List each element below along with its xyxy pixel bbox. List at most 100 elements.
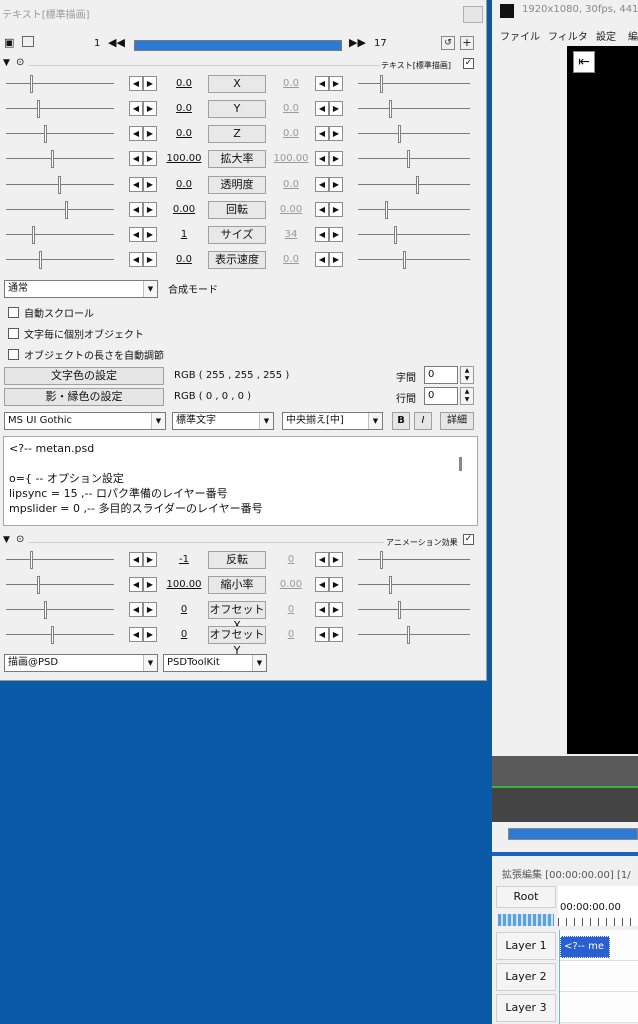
decrement-button[interactable]: ◀ — [315, 151, 329, 166]
parameter-name-button[interactable]: X — [208, 75, 266, 93]
decrement-button[interactable]: ◀ — [129, 177, 143, 192]
increment-button[interactable]: ▶ — [143, 177, 157, 192]
back-to-start-icon[interactable]: ⇤ — [573, 51, 595, 73]
increment-button[interactable]: ▶ — [329, 76, 343, 91]
layer-3-label[interactable]: Layer 3 — [496, 994, 556, 1022]
parameter-name-button[interactable]: Z — [208, 125, 266, 143]
left-slider-thumb[interactable] — [51, 150, 54, 168]
prev-frame-icon[interactable]: ◀◀ — [108, 36, 125, 49]
right-slider-thumb[interactable] — [389, 576, 392, 594]
right-slider-track[interactable] — [358, 259, 470, 260]
left-slider-track[interactable] — [6, 108, 114, 109]
auto-length-checkbox[interactable] — [8, 349, 19, 360]
right-slider-track[interactable] — [358, 609, 470, 610]
seek-bar[interactable] — [508, 828, 638, 840]
end-value[interactable]: 100.00 — [272, 153, 310, 164]
left-slider-track[interactable] — [6, 158, 114, 159]
right-slider-track[interactable] — [358, 559, 470, 560]
parameter-name-button[interactable]: 回転 — [208, 201, 266, 219]
end-value[interactable]: 0 — [272, 629, 310, 640]
left-slider-track[interactable] — [6, 259, 114, 260]
left-slider-track[interactable] — [6, 609, 114, 610]
line-spacing-input[interactable]: 0 — [424, 387, 458, 405]
menu-settings[interactable]: 設定 — [596, 28, 616, 43]
end-value[interactable]: 0.0 — [272, 179, 310, 190]
increment-button[interactable]: ▶ — [143, 552, 157, 567]
increment-button[interactable]: ▶ — [143, 602, 157, 617]
left-slider-thumb[interactable] — [32, 226, 35, 244]
layer-row[interactable] — [558, 961, 638, 992]
right-slider-thumb[interactable] — [407, 150, 410, 168]
start-value[interactable]: 100.00 — [165, 579, 203, 590]
text-clip[interactable]: <?-- me — [560, 936, 610, 958]
parameter-name-button[interactable]: 透明度 — [208, 176, 266, 194]
char-spacing-spinner[interactable]: ▲ ▼ — [460, 366, 474, 384]
end-value[interactable]: 0 — [272, 604, 310, 615]
parameter-name-button[interactable]: オフセットX — [208, 601, 266, 632]
increment-button[interactable]: ▶ — [143, 577, 157, 592]
right-slider-thumb[interactable] — [398, 125, 401, 143]
decrement-button[interactable]: ◀ — [315, 101, 329, 116]
left-slider-track[interactable] — [6, 234, 114, 235]
menu-edit[interactable]: 編 — [628, 28, 638, 43]
right-slider-thumb[interactable] — [380, 551, 383, 569]
increment-button[interactable]: ▶ — [329, 552, 343, 567]
left-slider-thumb[interactable] — [51, 626, 54, 644]
parameter-name-button[interactable]: 縮小率 — [208, 576, 266, 594]
anim-enabled-checkbox[interactable]: ✓ — [463, 534, 474, 545]
text-color-button[interactable]: 文字色の設定 — [4, 367, 164, 385]
next-frame-icon[interactable]: ▶▶ — [349, 36, 366, 49]
end-value[interactable]: 0.0 — [272, 254, 310, 265]
increment-button[interactable]: ▶ — [329, 101, 343, 116]
increment-button[interactable]: ▶ — [329, 602, 343, 617]
decrement-button[interactable]: ◀ — [129, 202, 143, 217]
start-value[interactable]: 0.0 — [165, 254, 203, 265]
decrement-button[interactable]: ◀ — [129, 552, 143, 567]
increment-button[interactable]: ▶ — [143, 151, 157, 166]
left-slider-track[interactable] — [6, 83, 114, 84]
decrement-button[interactable]: ◀ — [129, 577, 143, 592]
root-button[interactable]: Root — [496, 886, 556, 908]
close-button[interactable] — [463, 6, 483, 23]
anim-category-select[interactable]: PSDToolKit ▼ — [163, 654, 267, 672]
right-slider-track[interactable] — [358, 83, 470, 84]
decrement-button[interactable]: ◀ — [315, 76, 329, 91]
left-slider-thumb[interactable] — [44, 601, 47, 619]
shadow-color-button[interactable]: 影・縁色の設定 — [4, 388, 164, 406]
end-value[interactable]: 34 — [272, 229, 310, 240]
layer-row[interactable] — [558, 992, 638, 1023]
parameter-name-button[interactable]: 表示速度 — [208, 251, 266, 269]
decrement-button[interactable]: ◀ — [315, 252, 329, 267]
decrement-button[interactable]: ◀ — [315, 227, 329, 242]
right-slider-thumb[interactable] — [394, 226, 397, 244]
start-value[interactable]: 100.00 — [165, 153, 203, 164]
increment-button[interactable]: ▶ — [143, 101, 157, 116]
left-slider-track[interactable] — [6, 209, 114, 210]
layer-2-label[interactable]: Layer 2 — [496, 963, 556, 991]
left-slider-thumb[interactable] — [30, 75, 33, 93]
camera-icon[interactable]: ▣ — [4, 36, 14, 49]
increment-button[interactable]: ▶ — [329, 151, 343, 166]
left-slider-thumb[interactable] — [44, 125, 47, 143]
collapse-icon[interactable]: ▼ — [3, 58, 10, 68]
frame-progress-bar[interactable] — [134, 40, 342, 51]
char-spacing-input[interactable]: 0 — [424, 366, 458, 384]
increment-button[interactable]: ▶ — [143, 76, 157, 91]
right-slider-thumb[interactable] — [389, 100, 392, 118]
font-select[interactable]: MS UI Gothic ▼ — [4, 412, 166, 430]
anim-effect-select[interactable]: 描画@PSD ▼ — [4, 654, 158, 672]
start-value[interactable]: 0.0 — [165, 103, 203, 114]
left-slider-thumb[interactable] — [58, 176, 61, 194]
increment-button[interactable]: ▶ — [329, 577, 343, 592]
italic-button[interactable]: I — [414, 412, 432, 430]
line-spacing-spinner[interactable]: ▲ ▼ — [460, 387, 474, 405]
increment-button[interactable]: ▶ — [329, 126, 343, 141]
reset-icon[interactable]: ↺ — [441, 36, 455, 50]
decrement-button[interactable]: ◀ — [129, 101, 143, 116]
text-scrollbar[interactable] — [459, 457, 462, 471]
filter-enabled-checkbox[interactable]: ✓ — [463, 58, 474, 69]
right-slider-thumb[interactable] — [380, 75, 383, 93]
right-slider-track[interactable] — [358, 209, 470, 210]
start-value[interactable]: 0.00 — [165, 204, 203, 215]
menu-file[interactable]: ファイル — [500, 28, 540, 43]
